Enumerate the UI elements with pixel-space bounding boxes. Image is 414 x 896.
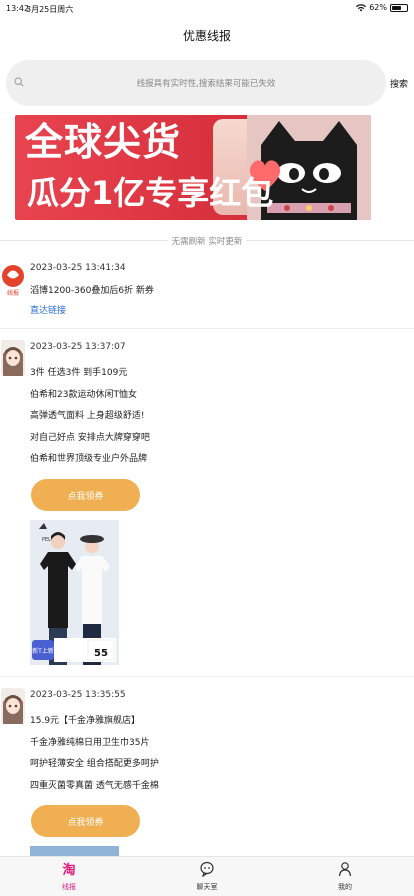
feed-item: 2023-03-25 13:35:55 15.9元【千金净雅旗舰店】 千金净雅纯… (0, 678, 414, 856)
feed-text-line: 15.9元【千金净雅旗舰店】 (30, 716, 141, 726)
tab-label: 我的 (338, 883, 352, 891)
pelliot-tshirt-image: PELLIOT 新T上新 55 (30, 520, 119, 665)
direct-link[interactable]: 直达链接 (30, 303, 404, 319)
get-coupon-button[interactable]: 点我领券 (31, 479, 140, 511)
avatar (1, 340, 25, 376)
search-icon (14, 77, 24, 87)
feed-divider (0, 328, 414, 329)
feed-text-line: 四重灭菌零真菌 透气无感千金棉 (30, 780, 159, 791)
search-placeholder: 线报具有实时性,搜索结果可能已失效 (136, 79, 276, 89)
tab-mine[interactable]: 我的 (315, 861, 375, 892)
person-icon (338, 862, 352, 877)
avatar: 线报 (1, 262, 25, 298)
search-row: 线报具有实时性,搜索结果可能已失效 搜索 (6, 60, 408, 106)
feed-text-line: 高弹透气面料 上身超级舒适! (30, 411, 145, 421)
feed-text-line: 对自己好点 安排点大牌穿穿吧 (30, 432, 150, 443)
feed-content: 2023-03-25 13:41:34 滔博1200-360叠加后6折 新券 直… (30, 263, 404, 319)
get-coupon-button[interactable]: 点我领券 (31, 805, 140, 837)
taobao-icon: 淘 (62, 862, 75, 878)
feed-item: 线报 2023-03-25 13:41:34 滔博1200-360叠加后6折 新… (0, 252, 414, 329)
battery-level (392, 5, 401, 10)
banner-subheadline: 瓜分1亿专享红包 (27, 174, 274, 212)
feed-timestamp: 2023-03-25 13:41:34 (30, 263, 126, 273)
avatar-anime-girl (1, 688, 25, 724)
feed-item: 2023-03-25 13:37:07 3件 任选3件 到手109元 伯希和23… (0, 330, 414, 677)
battery-icon (390, 3, 408, 12)
feed-text-line: 呵护轻薄安全 组合搭配更多呵护 (30, 759, 159, 769)
tab-xianbao[interactable]: 淘 线报 (39, 861, 99, 892)
tab-label: 聊天室 (196, 883, 218, 891)
page-title: 优惠线报 (182, 28, 231, 43)
status-bar: 13:42 3月25日周六 62% (0, 0, 414, 18)
avatar-logo: 线报 (2, 265, 24, 297)
avatar-badge-text: 线报 (7, 289, 19, 297)
feed-content: 2023-03-25 13:35:55 15.9元【千金净雅旗舰店】 千金净雅纯… (30, 690, 404, 797)
refresh-notice-text: 无需刷新 实时更新 (171, 237, 243, 247)
feed-text-line: 千金净雅纯棉日用卫生巾35片 (30, 737, 150, 748)
feed-text-line: 3件 任选3件 到手109元 (30, 368, 128, 378)
svg-text:淘: 淘 (62, 862, 75, 877)
product-image[interactable] (30, 846, 119, 856)
product-tag-text: 新T上新 (32, 647, 54, 655)
feed-text-line: 滔博1200-360叠加后6折 新券 (30, 286, 154, 296)
feed-timestamp: 2023-03-25 13:37:07 (30, 342, 126, 352)
promo-banner[interactable]: 全球尖货 瓜分1亿专享红包 (15, 115, 371, 220)
search-button[interactable]: 搜索 (390, 77, 408, 90)
wifi-icon (356, 3, 367, 11)
avatar-anime-girl (1, 340, 25, 376)
feed-text-line: 伯希和23款运动休闲T恤女 (30, 389, 137, 400)
product-image[interactable]: PELLIOT 新T上新 55 (30, 520, 119, 665)
feed-divider (0, 676, 414, 677)
feed-text-line: 伯希和世界顶级专业户外品牌 (30, 454, 148, 464)
banner-headline: 全球尖货 (25, 120, 182, 164)
status-right: 62% (356, 3, 408, 12)
nav-bar: 优惠线报 (0, 18, 414, 52)
feed-timestamp: 2023-03-25 13:35:55 (30, 690, 126, 700)
battery-percent: 62% (369, 3, 387, 12)
feed-content: 2023-03-25 13:37:07 3件 任选3件 到手109元 伯希和23… (30, 342, 404, 471)
tab-label: 线报 (62, 883, 76, 891)
avatar (1, 688, 25, 724)
status-date: 3月25日周六 (26, 5, 74, 14)
refresh-notice: 无需刷新 实时更新 (0, 233, 414, 249)
search-input[interactable]: 线报具有实时性,搜索结果可能已失效 (6, 60, 386, 106)
chat-icon (200, 861, 214, 878)
product-price-text: 55 (94, 648, 108, 659)
tab-chatroom[interactable]: 聊天室 (177, 861, 237, 892)
tab-bar: 淘 线报 聊天室 我的 (0, 856, 414, 896)
